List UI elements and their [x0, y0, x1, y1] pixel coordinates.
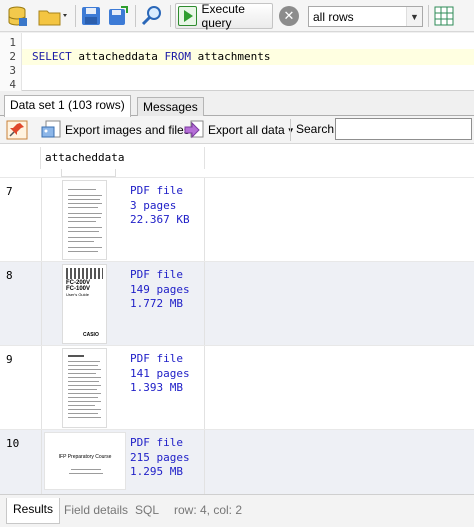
attachment-info: PDF file 215 pages 1.295 MB — [130, 436, 190, 480]
export-all-button[interactable]: Export all data ▼ — [183, 119, 295, 141]
export-all-label: Export all data — [208, 123, 285, 137]
column-header-attacheddata[interactable]: attacheddata — [41, 147, 205, 169]
grid-icon — [434, 6, 454, 26]
file-type: PDF file — [130, 436, 183, 449]
save-as-disk-icon — [109, 6, 128, 25]
stop-button[interactable]: ✕ — [278, 3, 300, 29]
file-size: 1.772 MB — [130, 297, 183, 310]
tab-results[interactable]: Results — [6, 498, 61, 524]
main-toolbar: Execute query ✕ all rows ▼ — [0, 0, 474, 32]
result-tabs: Data set 1 (103 rows) Messages — [0, 95, 474, 117]
row-number: 9 — [6, 353, 13, 366]
line-number: 3 — [9, 64, 16, 77]
save-as-button[interactable] — [106, 3, 130, 29]
export-all-icon — [184, 120, 204, 139]
attachment-info: PDF file 141 pages 1.393 MB — [130, 352, 190, 396]
rows-limit-select[interactable]: all rows ▼ — [308, 6, 423, 27]
status-cursor-position: row: 4, col: 2 — [174, 503, 243, 517]
toolbar-separator — [290, 119, 291, 141]
page-count: 141 pages — [130, 366, 190, 380]
database-icon — [8, 6, 27, 26]
table-row[interactable]: 10 IFP Preparatory Course PDF file 215 p… — [0, 429, 474, 494]
tab-sql[interactable]: SQL — [135, 503, 159, 517]
sql-editor[interactable]: 1 2 3 4 SELECT attacheddata FROM attachm… — [0, 33, 474, 91]
thumb-text: User's Guide — [66, 292, 89, 297]
export-images-label: Export images and files — [65, 123, 190, 137]
pdf-thumbnail-partial — [61, 169, 116, 177]
attachment-cell[interactable]: FC-200V FC-100V User's Guide CASIO PDF f… — [41, 262, 205, 346]
execute-query-button[interactable]: Execute query — [175, 2, 273, 30]
sql-query-text[interactable]: SELECT attacheddata FROM attachments — [32, 50, 270, 63]
search-label: Search — [296, 122, 335, 136]
results-grid[interactable]: attacheddata 7 PDF file 3 pages 22.367 K… — [0, 144, 474, 494]
thumb-text: CASIO — [83, 332, 99, 338]
pin-button[interactable] — [6, 119, 28, 141]
sql-keyword: SELECT — [32, 50, 72, 63]
row-number: 7 — [6, 185, 13, 198]
pin-icon — [6, 120, 28, 140]
attachment-cell[interactable]: IFP Preparatory Course PDF file 215 page… — [41, 430, 205, 494]
page-count: 3 pages — [130, 198, 177, 212]
table-row[interactable]: 7 PDF file 3 pages 22.367 KB — [0, 177, 474, 262]
line-number: 4 — [9, 78, 16, 91]
attachment-cell[interactable]: PDF file 141 pages 1.393 MB — [41, 346, 205, 430]
export-images-button[interactable]: Export images and files — [40, 119, 190, 141]
file-type: PDF file — [130, 352, 183, 365]
execute-query-label: Execute query — [201, 2, 245, 30]
database-button[interactable] — [4, 3, 30, 29]
row-number: 8 — [6, 269, 13, 282]
attachment-info: PDF file 149 pages 1.772 MB — [130, 268, 190, 312]
toolbar-separator — [170, 5, 171, 27]
line-number: 2 — [9, 50, 16, 63]
pdf-thumbnail: FC-200V FC-100V User's Guide CASIO — [62, 264, 107, 344]
file-size: 1.393 MB — [130, 381, 183, 394]
file-size: 22.367 KB — [130, 213, 190, 226]
grid-view-button[interactable] — [432, 3, 456, 29]
line-number: 1 — [9, 36, 16, 49]
tab-field-details[interactable]: Field details — [64, 503, 128, 517]
rows-limit-value: all rows — [313, 9, 354, 24]
thumb-text: IFP Preparatory Course — [58, 454, 112, 460]
pdf-thumbnail — [62, 348, 107, 428]
find-button[interactable] — [139, 3, 165, 29]
tab-messages[interactable]: Messages — [137, 97, 204, 116]
save-disk-icon — [82, 7, 100, 25]
file-type: PDF file — [130, 184, 183, 197]
attachment-info: PDF file 3 pages 22.367 KB — [130, 184, 190, 228]
table-row[interactable]: 8 FC-200V FC-100V User's Guide CASIO PDF… — [0, 261, 474, 346]
chevron-down-icon: ▼ — [406, 7, 422, 26]
page-count: 149 pages — [130, 282, 190, 296]
open-folder-icon — [38, 10, 67, 26]
search-input[interactable] — [335, 118, 472, 140]
line-number-gutter: 1 2 3 4 — [0, 33, 22, 91]
execute-icon — [178, 6, 197, 26]
tab-data-set[interactable]: Data set 1 (103 rows) — [4, 95, 131, 117]
open-button[interactable] — [36, 3, 70, 29]
stop-icon: ✕ — [279, 6, 299, 26]
pdf-thumbnail — [62, 180, 107, 260]
row-number-header — [0, 147, 41, 169]
sql-table: attachments — [190, 50, 271, 63]
search-icon — [141, 6, 161, 26]
toolbar-separator — [135, 5, 136, 27]
table-row[interactable]: 9 PDF file 141 pages 1.393 MB — [0, 345, 474, 430]
export-images-icon — [41, 120, 61, 138]
page-count: 215 pages — [130, 450, 190, 464]
file-size: 1.295 MB — [130, 465, 183, 478]
sql-keyword: FROM — [164, 50, 191, 63]
attachment-cell[interactable]: PDF file 3 pages 22.367 KB — [41, 178, 205, 262]
save-button[interactable] — [79, 3, 103, 29]
sql-column: attacheddata — [71, 50, 165, 63]
bottom-tabs: Results Field details SQL row: 4, col: 2 — [0, 494, 474, 527]
row-number: 10 — [6, 437, 20, 450]
toolbar-separator — [75, 5, 76, 27]
grid-header: attacheddata — [0, 147, 474, 169]
file-type: PDF file — [130, 268, 183, 281]
toolbar-separator — [428, 5, 429, 27]
pdf-thumbnail: IFP Preparatory Course — [44, 432, 126, 490]
